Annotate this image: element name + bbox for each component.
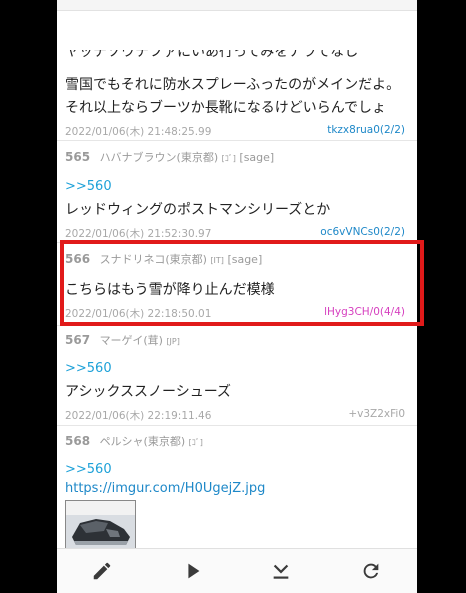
- post-date: 2022/01/06(木) 21:48:25.99: [65, 126, 212, 138]
- post-sage: [sage]: [239, 151, 275, 164]
- anchor-link[interactable]: >>560: [65, 179, 112, 194]
- post-565[interactable]: 565 ハバナブラウン(東京都) [ｺﾞ] [sage] >>560 レッドウィ…: [57, 141, 417, 243]
- post-number[interactable]: 566: [65, 252, 90, 266]
- refresh-icon[interactable]: [358, 558, 384, 584]
- shoe-image: [66, 501, 135, 549]
- post-id[interactable]: +v3Z2xFi0: [348, 408, 405, 420]
- post-header: 565 ハバナブラウン(東京都) [ｺﾞ] [sage]: [65, 149, 274, 165]
- post-566[interactable]: 566 スナドリネコ(東京都) [IT] [sage] こちらはもう雪が降り止ん…: [57, 243, 417, 326]
- post-earlier[interactable]: 雪国でもそれに防水スプレーふったのがメインだよ。 それ以上ならブーツか長靴になる…: [57, 66, 417, 141]
- post-sage: [sage]: [227, 253, 263, 266]
- post-tag: [JP]: [166, 337, 180, 346]
- post-tag: [ｺﾞ]: [221, 154, 236, 163]
- post-number[interactable]: 565: [65, 150, 90, 164]
- post-id[interactable]: tkzx8rua0(2/2): [327, 124, 405, 136]
- anchor-link[interactable]: >>560: [65, 462, 112, 477]
- post-id[interactable]: oc6vVNCs0(2/2): [320, 226, 405, 238]
- post-date: 2022/01/06(木) 22:18:50.01: [65, 308, 212, 320]
- post-name: ハバナブラウン(東京都): [99, 151, 219, 164]
- post-number[interactable]: 568: [65, 434, 90, 448]
- top-bar: [57, 0, 417, 11]
- post-name: ペルシャ(東京都): [99, 435, 186, 448]
- thread-view: ヤッテゾウテファにいあ行ってみをナラてなし 雪国でもそれに防水スプレーふったのが…: [57, 0, 417, 593]
- post-tag: [IT]: [210, 256, 224, 265]
- post-body-line: それ以上ならブーツか長靴になるけどいらんでしょ: [65, 100, 387, 116]
- post-body: レッドウィングのポストマンシリーズとか: [65, 202, 331, 218]
- play-icon[interactable]: [180, 558, 206, 584]
- pencil-icon[interactable]: [89, 558, 115, 584]
- anchor-link[interactable]: >>560: [65, 361, 112, 376]
- post-name: マーゲイ(茸): [99, 334, 163, 347]
- post-tag: [ｺﾞ]: [188, 438, 203, 447]
- cut-off-line: ヤッテゾウテファにいあ行ってみをナラてなし: [65, 50, 359, 60]
- post-number[interactable]: 567: [65, 333, 90, 347]
- image-thumbnail[interactable]: [65, 500, 136, 550]
- post-header: 567 マーゲイ(茸) [JP]: [65, 332, 180, 348]
- post-header: 566 スナドリネコ(東京都) [IT] [sage]: [65, 251, 262, 267]
- download-icon[interactable]: [268, 558, 294, 584]
- bottom-toolbar: [57, 548, 417, 593]
- post-id[interactable]: lHyg3CH/0(4/4): [324, 306, 405, 318]
- post-header: 568 ペルシャ(東京都) [ｺﾞ]: [65, 433, 203, 449]
- post-567[interactable]: 567 マーゲイ(茸) [JP] >>560 アシックススノーシューズ 2022…: [57, 326, 417, 426]
- post-body: こちらはもう雪が降り止んだ模様: [65, 282, 275, 298]
- post-date: 2022/01/06(木) 21:52:30.97: [65, 228, 212, 240]
- url-link[interactable]: https://imgur.com/H0UgejZ.jpg: [65, 481, 265, 496]
- post-name: スナドリネコ(東京都): [99, 253, 207, 266]
- post-body-line: 雪国でもそれに防水スプレーふったのがメインだよ。: [65, 77, 401, 93]
- post-body: アシックススノーシューズ: [65, 384, 232, 400]
- post-date: 2022/01/06(木) 22:19:11.46: [65, 410, 212, 422]
